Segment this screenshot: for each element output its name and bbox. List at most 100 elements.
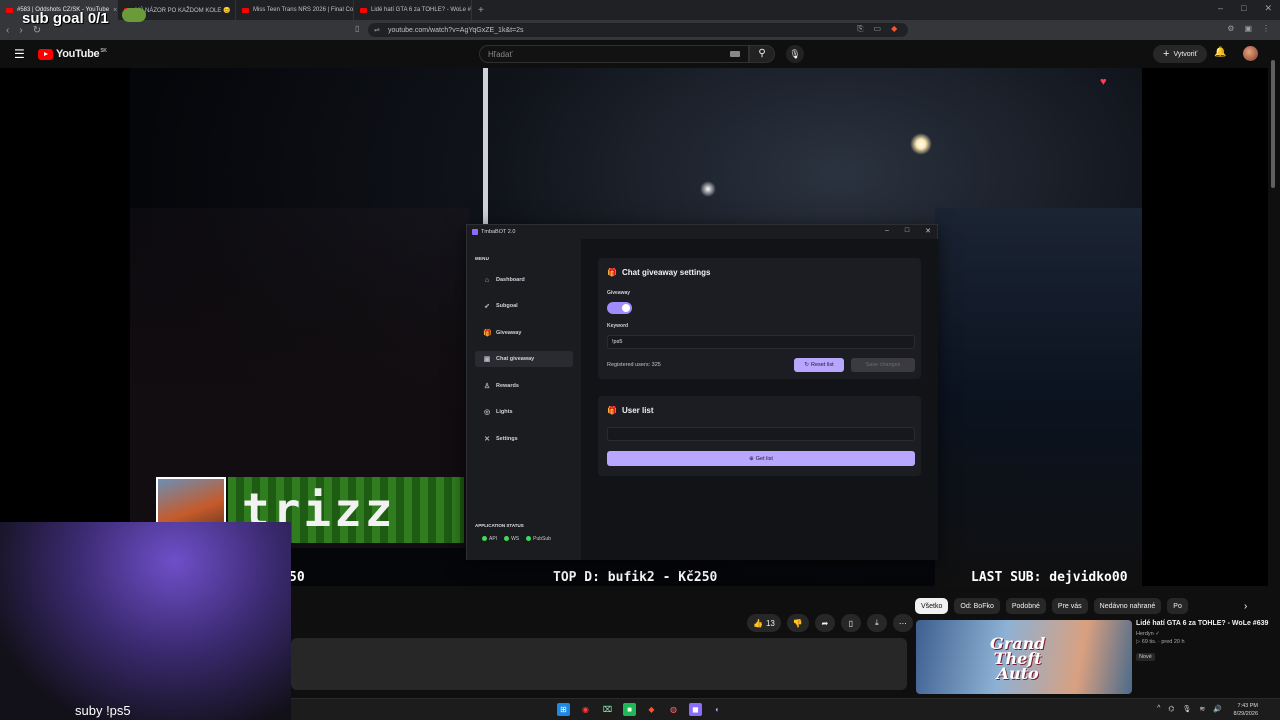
close-tab-icon[interactable]: × <box>113 7 117 14</box>
share-button[interactable]: ➦ <box>814 614 835 632</box>
description-box[interactable] <box>291 638 907 690</box>
create-button[interactable]: + Vytvoriť <box>1153 45 1208 63</box>
chip[interactable]: Podobné <box>1005 598 1046 614</box>
green-app-icon[interactable]: ■ <box>623 703 636 716</box>
new-tab-button[interactable]: + <box>472 5 490 16</box>
chip[interactable]: Všetko <box>915 598 949 614</box>
like-button[interactable]: 👍 13 <box>747 614 781 632</box>
volume-icon[interactable]: 🔊 <box>1213 705 1222 713</box>
taskbar-apps: ⊞ ◉ ⌧ ■ ◆ ◍ ◼ ◐ <box>557 703 724 716</box>
youtube-logo[interactable]: YouTube SK <box>38 48 107 60</box>
steam-icon[interactable]: ◐ <box>711 703 724 716</box>
wallet-icon[interactable]: ▣ <box>1244 24 1252 34</box>
download-button[interactable]: ⤓ <box>866 614 887 632</box>
status-api: API <box>482 536 497 542</box>
recommended-thumbnail[interactable]: Grand Theft Auto <box>916 620 1132 694</box>
browser-tab[interactable]: Lidé hatí GTA 6 za TOHLE? - WoLe #× <box>354 0 472 20</box>
giveaway-toggle[interactable] <box>607 302 632 314</box>
application-status-header: APPLICATION STATUS <box>475 523 524 528</box>
tab-label: NÝ NÁZOR PO KAŽDOM KOLE 😊 <box>135 7 231 14</box>
recommended-title[interactable]: Lidé hatí GTA 6 za TOHLE? - WoLe #639 <box>1136 620 1271 627</box>
extensions-icon[interactable]: ⚙ <box>1227 24 1234 34</box>
chip[interactable]: Pre vás <box>1051 598 1088 614</box>
new-badge: Nové <box>1136 653 1155 661</box>
download-circle-icon: ⊕ <box>749 455 754 462</box>
sidebar-item-subgoal[interactable]: ➶ Subgoal <box>475 298 573 314</box>
application-status: API WS PubSub <box>482 536 551 542</box>
save-changes-button[interactable]: Save changes <box>851 358 915 372</box>
brave-icon[interactable]: ◆ <box>645 703 658 716</box>
tmbabot-icon[interactable]: ◼ <box>689 703 702 716</box>
keyboard-icon[interactable] <box>730 51 740 57</box>
status-label: API <box>489 536 498 542</box>
plus-icon: + <box>1163 48 1170 60</box>
search-button[interactable]: ⚲ <box>749 45 775 63</box>
sidebar-item-settings[interactable]: ✕ Settings <box>475 431 573 447</box>
thumbs-down-icon: 👎 <box>792 618 803 628</box>
minimize-icon[interactable]: – <box>1218 3 1223 14</box>
user-list-field[interactable] <box>607 427 915 441</box>
wifi-icon[interactable]: ≋ <box>1199 705 1205 713</box>
pin-app-icon[interactable]: ◉ <box>579 703 592 716</box>
chip[interactable]: Od: BoFko <box>954 598 1000 614</box>
registered-users: Registered users: 325 <box>607 362 661 368</box>
sidebar-item-dashboard[interactable]: ⌂ Dashboard <box>475 272 573 288</box>
sidebar-item-label: Subgoal <box>496 303 518 309</box>
recommended-channel[interactable]: Herdyn ✓ <box>1136 631 1271 637</box>
download-icon: ⤓ <box>875 618 879 627</box>
chevron-right-icon[interactable]: › <box>1244 601 1247 612</box>
get-list-button[interactable]: ⊕ Get list <box>607 451 915 466</box>
minimize-icon[interactable]: – <box>885 227 889 235</box>
reset-list-button[interactable]: ↻ Reset list <box>794 358 844 372</box>
save-button[interactable]: ▯ <box>840 614 861 632</box>
create-label: Vytvoriť <box>1173 50 1198 58</box>
cast-icon[interactable]: ▭ <box>874 24 882 34</box>
hamburger-menu-icon[interactable]: ☰ <box>14 47 25 61</box>
webcam-caption: suby !ps5 <box>75 703 131 718</box>
menu-header: MENU <box>475 256 490 261</box>
maximize-icon[interactable]: □ <box>905 227 909 235</box>
search-icon: ⚲ <box>758 48 766 59</box>
more-button[interactable]: ⋯ <box>892 614 913 632</box>
home-icon: ⌂ <box>484 276 490 284</box>
sidebar-item-chat-giveaway[interactable]: ▣ Chat giveaway <box>475 351 573 367</box>
sidebar-item-giveaway[interactable]: 🎁 Giveaway <box>475 325 573 341</box>
address-bar[interactable]: ⇌ youtube.com/watch?v=AgYqGxZE_1k&t=2s <box>368 23 908 37</box>
chevron-up-icon[interactable]: ^ <box>1157 705 1160 713</box>
menu-icon[interactable]: ⋮ <box>1262 24 1270 34</box>
back-icon[interactable]: ‹ <box>6 25 9 36</box>
status-ws: WS <box>504 536 519 542</box>
notifications-bell-icon[interactable]: 🔔 <box>1214 47 1226 58</box>
chrome-icon[interactable]: ◍ <box>667 703 680 716</box>
clock[interactable]: 7:43 PM 8/29/2026 <box>1234 702 1258 718</box>
page-scrollbar[interactable] <box>1271 60 1275 188</box>
youtube-header: ☰ YouTube SK Hľadať ⚲ 🎙 + Vytvoriť 🔔 <box>0 40 1280 68</box>
browser-tab[interactable]: Miss Teen Trans NRS 2026 | Final Co× <box>236 0 354 20</box>
window-titlebar[interactable]: TmbaBOT 2.0 – □ ✕ <box>467 225 937 239</box>
network-icon[interactable]: ⌬ <box>1168 705 1174 713</box>
dislike-button[interactable]: 👎 <box>786 614 809 632</box>
close-icon[interactable]: ✕ <box>1264 3 1272 14</box>
voice-search-button[interactable]: 🎙 <box>786 45 804 63</box>
search-placeholder: Hľadať <box>488 50 513 59</box>
start-icon[interactable]: ⊞ <box>557 703 570 716</box>
status-dot-icon <box>526 536 532 541</box>
close-icon[interactable]: ✕ <box>925 227 931 235</box>
brave-shield-icon[interactable]: ◆ <box>891 24 897 34</box>
search-input[interactable]: Hľadať <box>479 45 749 63</box>
chip[interactable]: Po <box>1167 598 1188 614</box>
avatar[interactable] <box>1243 46 1258 61</box>
keyword-input[interactable]: !ps5 <box>607 335 915 349</box>
xbox-icon[interactable]: ⌧ <box>601 703 614 716</box>
translate-icon[interactable]: ⎘ <box>857 24 863 34</box>
maximize-icon[interactable]: □ <box>1241 3 1246 14</box>
recommended-meta: ▷ 69 tis. · pred 20 h <box>1136 639 1185 645</box>
bookmark-icon[interactable]: ▯ <box>355 24 359 33</box>
giveaway-label: Giveaway <box>607 290 631 296</box>
mic-tray-icon[interactable]: 🎙 <box>1183 705 1192 713</box>
site-info-icon[interactable]: ⇌ <box>374 26 380 34</box>
sidebar-item-label: Rewards <box>496 383 519 389</box>
sidebar-item-lights[interactable]: ◎ Lights <box>475 404 573 420</box>
sidebar-item-rewards[interactable]: ♙ Rewards <box>475 378 573 394</box>
chip[interactable]: Nedávno nahrané <box>1093 598 1162 614</box>
